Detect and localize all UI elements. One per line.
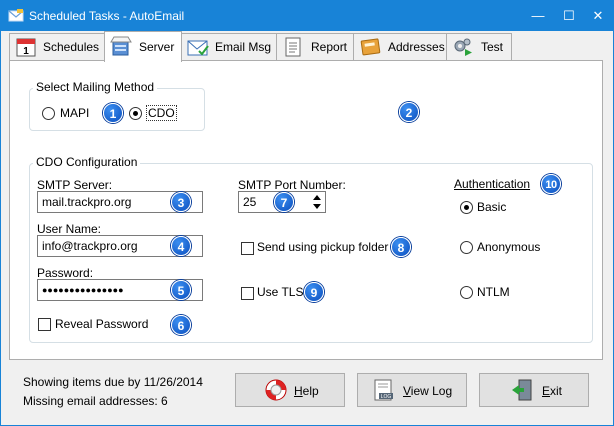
reveal-password-checkbox[interactable]	[38, 318, 51, 331]
tab-email-msg-label: Email Msg	[215, 40, 272, 54]
maximize-button[interactable]: ☐	[554, 1, 584, 31]
lifebuoy-icon	[265, 379, 287, 401]
exit-button[interactable]: Exit	[479, 373, 589, 407]
exit-door-icon	[512, 379, 532, 401]
cdo-radio[interactable]	[129, 107, 142, 120]
callout-badge-10: 10	[541, 174, 561, 194]
auth-basic-label[interactable]: Basic	[477, 200, 506, 214]
auth-anonymous-label[interactable]: Anonymous	[477, 240, 540, 254]
exit-button-label: Exit	[542, 384, 563, 398]
callout-badge-1: 1	[103, 103, 123, 123]
use-tls-checkbox[interactable]	[241, 287, 254, 300]
mapi-label[interactable]: MAPI	[60, 106, 89, 120]
callout-badge-2: 2	[399, 102, 419, 122]
callout-badge-9: 9	[304, 282, 324, 302]
tab-schedules-label: Schedules	[43, 40, 100, 54]
tab-server[interactable]: Server	[104, 31, 182, 62]
gears-play-icon	[454, 38, 472, 56]
app-envelope-icon	[8, 9, 24, 22]
address-book-icon	[360, 38, 381, 56]
view-log-button[interactable]: LOG View Log	[357, 373, 467, 407]
user-name-label: User Name:	[37, 222, 102, 236]
cdo-configuration-legend: CDO Configuration	[33, 155, 141, 169]
minimize-button[interactable]: —	[523, 1, 553, 31]
callout-badge-5: 5	[171, 280, 191, 300]
close-button[interactable]: ✕	[583, 1, 613, 31]
auth-anonymous-radio[interactable]	[460, 241, 473, 254]
report-icon	[285, 37, 301, 57]
log-file-icon: LOG	[374, 379, 393, 401]
password-label: Password:	[37, 266, 94, 280]
callout-badge-7: 7	[274, 192, 294, 212]
port-spinner[interactable]	[310, 192, 324, 212]
auth-basic-radio[interactable]	[460, 201, 473, 214]
auth-ntlm-label[interactable]: NTLM	[477, 285, 510, 299]
calendar-icon: 1	[16, 38, 36, 57]
tab-report-label: Report	[311, 40, 348, 54]
callout-badge-6: 6	[171, 315, 191, 335]
auth-ntlm-radio[interactable]	[460, 286, 473, 299]
authentication-label: Authentication	[454, 177, 531, 191]
smtp-server-label: SMTP Server:	[37, 178, 113, 192]
tab-test-label: Test	[481, 40, 504, 54]
items-due-status: Showing items due by 11/26/2014	[23, 375, 203, 389]
tab-email-msg[interactable]: Email Msg	[181, 33, 277, 60]
help-button-label: Help	[294, 384, 319, 398]
tab-addresses[interactable]: Addresses	[353, 33, 447, 60]
title-bar[interactable]: Scheduled Tasks - AutoEmail — ☐ ✕	[1, 1, 613, 31]
tab-server-label: Server	[139, 40, 175, 54]
server-tab-panel: Select Mailing Method MAPI 1 CDO 2 CDO C…	[9, 60, 603, 360]
reveal-password-label[interactable]: Reveal Password	[55, 317, 148, 331]
callout-badge-3: 3	[171, 192, 191, 212]
tab-addresses-label: Addresses	[388, 40, 445, 54]
window-title: Scheduled Tasks - AutoEmail	[29, 9, 185, 23]
view-log-button-label: View Log	[403, 384, 453, 398]
missing-addresses-status: Missing email addresses: 6	[23, 394, 168, 408]
mailing-method-legend: Select Mailing Method	[33, 80, 158, 94]
smtp-port-label: SMTP Port Number:	[238, 178, 346, 192]
pickup-folder-label[interactable]: Send using pickup folder	[257, 240, 388, 254]
callout-badge-4: 4	[171, 236, 191, 256]
email-icon	[187, 40, 209, 56]
server-icon	[110, 36, 132, 56]
mapi-radio[interactable]	[42, 107, 55, 120]
tab-test[interactable]: Test	[446, 33, 512, 60]
svg-text:1: 1	[23, 46, 29, 57]
tab-schedules[interactable]: 1 Schedules	[9, 33, 105, 60]
pickup-folder-checkbox[interactable]	[241, 242, 254, 255]
cdo-label[interactable]: CDO	[146, 105, 177, 121]
callout-badge-8: 8	[391, 237, 411, 257]
use-tls-label[interactable]: Use TLS	[257, 285, 303, 299]
tab-report[interactable]: Report	[276, 33, 354, 60]
help-button[interactable]: Help	[235, 373, 345, 407]
svg-text:LOG: LOG	[381, 394, 392, 400]
